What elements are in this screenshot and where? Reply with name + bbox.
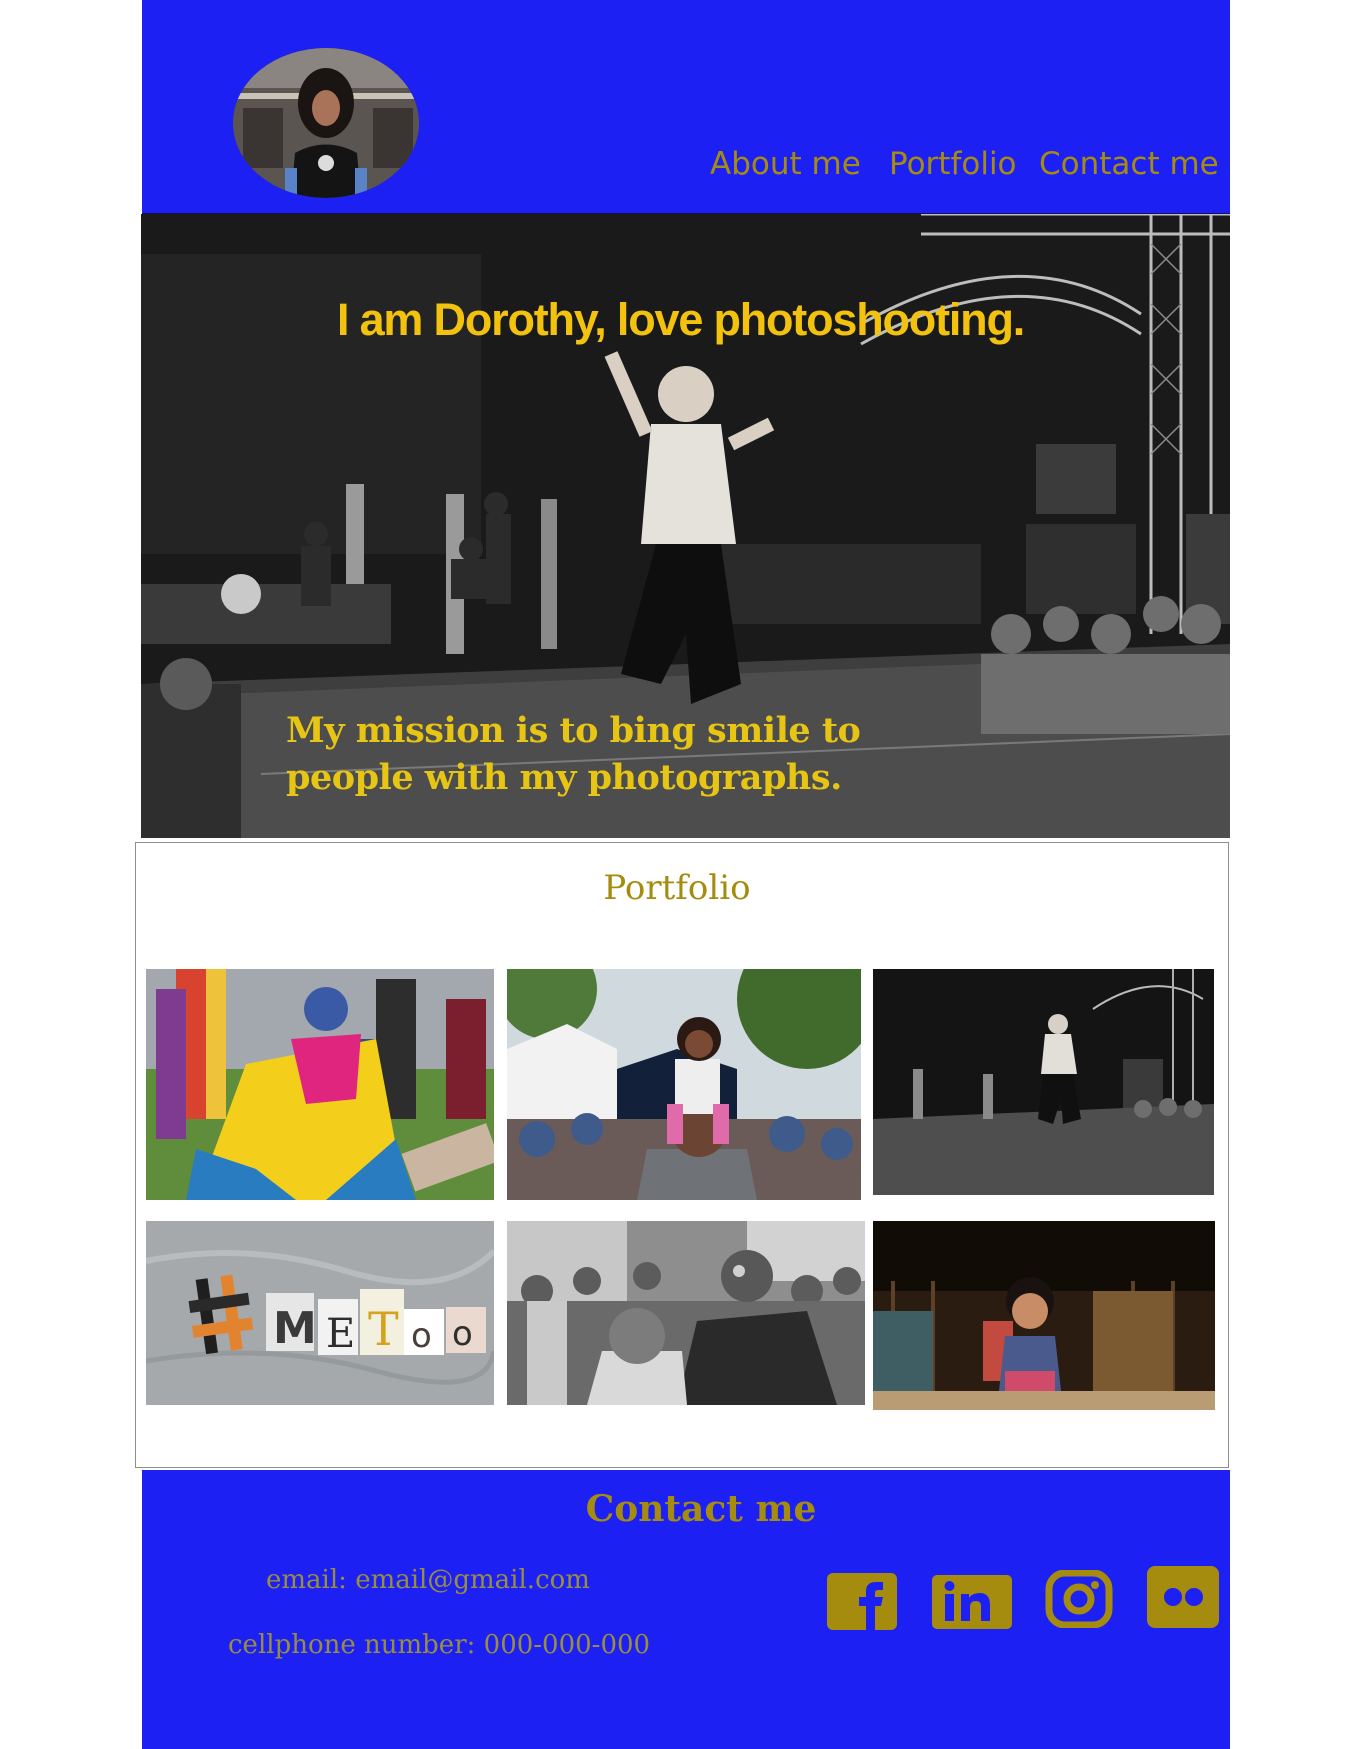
flickr-icon[interactable] xyxy=(1147,1566,1219,1628)
portfolio-photo-pride-flag[interactable] xyxy=(146,969,494,1200)
pride-flag-image xyxy=(146,969,494,1200)
portfolio-photo-face-paint-crowd[interactable] xyxy=(507,1221,865,1405)
instagram-icon[interactable] xyxy=(1045,1569,1113,1629)
child-on-shoulders-image xyxy=(507,969,861,1200)
contact-phone: cellphone number: 000-000-000 xyxy=(228,1630,651,1660)
nav-contact-me[interactable]: Contact me xyxy=(1039,146,1219,182)
concert-stage-image xyxy=(873,969,1214,1195)
face-paint-crowd-image xyxy=(507,1221,865,1405)
portfolio-photo-concert-stage[interactable] xyxy=(873,969,1214,1195)
facebook-icon[interactable] xyxy=(826,1573,898,1630)
svg-text:o: o xyxy=(411,1316,432,1356)
portfolio-title: Portfolio xyxy=(603,868,751,908)
svg-text:o: o xyxy=(452,1314,473,1354)
hero-title: I am Dorothy, love photoshooting. xyxy=(337,294,1025,345)
svg-text:M: M xyxy=(273,1303,317,1354)
contact-email[interactable]: email: email@gmail.com xyxy=(266,1565,590,1595)
svg-text:T: T xyxy=(368,1302,399,1356)
metoo-letters-image: M E T o o xyxy=(146,1221,494,1405)
contact-title: Contact me xyxy=(585,1488,817,1530)
avatar-photo xyxy=(233,48,419,198)
portfolio-photo-smiling-child[interactable] xyxy=(873,1221,1215,1410)
smiling-child-image xyxy=(873,1221,1215,1410)
portfolio-photo-child-on-shoulders[interactable] xyxy=(507,969,861,1200)
nav-portfolio[interactable]: Portfolio xyxy=(889,146,1017,182)
svg-text:E: E xyxy=(326,1311,355,1357)
linkedin-icon[interactable] xyxy=(932,1575,1012,1629)
hero-mission-text: My mission is to bing smile to people wi… xyxy=(286,710,861,798)
nav-about-me[interactable]: About me xyxy=(710,146,861,182)
avatar xyxy=(233,48,419,198)
portfolio-photo-metoo[interactable]: M E T o o xyxy=(146,1221,494,1405)
